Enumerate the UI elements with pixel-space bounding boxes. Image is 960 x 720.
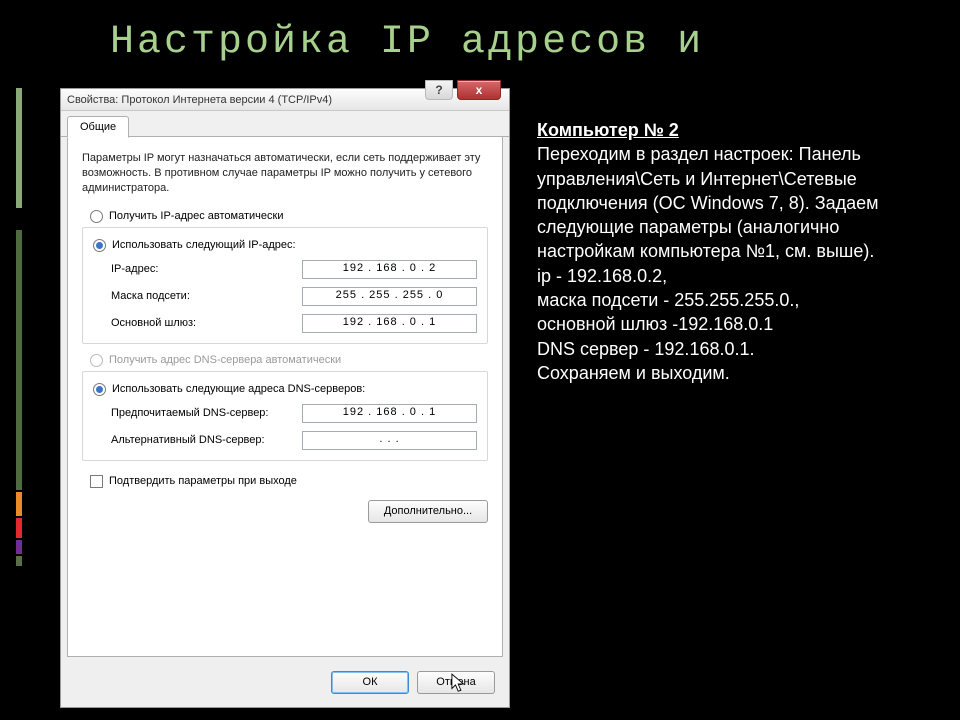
radio-manual-dns[interactable]: Использовать следующие адреса DNS-сервер… [93, 383, 477, 396]
decoration-stripe [16, 230, 22, 490]
instructions-gw: основной шлюз -192.168.0.1 [537, 314, 773, 334]
button-bar: ОК Отмена [67, 665, 503, 699]
instructions-body: Переходим в раздел настроек: Панель упра… [537, 144, 879, 261]
checkbox-icon [90, 475, 103, 488]
tab-strip: Общие [61, 111, 509, 137]
dns2-label: Альтернативный DNS-сервер: [111, 434, 265, 446]
radio-auto-ip[interactable]: Получить IP-адрес автоматически [90, 210, 488, 223]
gateway-input[interactable]: 192 . 168 . 0 . 1 [302, 314, 477, 333]
decoration-stripe [16, 540, 22, 554]
radio-label: Получить IP-адрес автоматически [109, 210, 283, 222]
instructions-panel: Компьютер № 2 Переходим в раздел настрое… [537, 118, 937, 385]
radio-icon [93, 383, 106, 396]
tab-general[interactable]: Общие [67, 116, 129, 138]
field-mask: Маска подсети: 255 . 255 . 255 . 0 [111, 287, 477, 306]
tcpip-properties-dialog: Свойства: Протокол Интернета версии 4 (T… [60, 88, 510, 708]
titlebar[interactable]: Свойства: Протокол Интернета версии 4 (T… [61, 89, 509, 111]
dns2-input[interactable]: . . . [302, 431, 477, 450]
dns1-label: Предпочитаемый DNS-сервер: [111, 407, 268, 419]
dns-group: Использовать следующие адреса DNS-сервер… [82, 371, 488, 461]
ok-button[interactable]: ОК [331, 671, 409, 694]
dialog-caption: Свойства: Протокол Интернета версии 4 (T… [67, 94, 332, 106]
ip-input[interactable]: 192 . 168 . 0 . 2 [302, 260, 477, 279]
description-text: Параметры IP могут назначаться автоматич… [82, 151, 488, 196]
panel-general: Параметры IP могут назначаться автоматич… [67, 137, 503, 657]
decoration-stripe [16, 88, 22, 208]
instructions-ip: ip - 192.168.0.2, [537, 266, 667, 286]
instructions-save: Сохраняем и выходим. [537, 363, 730, 383]
field-dns2: Альтернативный DNS-сервер: . . . [111, 431, 477, 450]
instructions-dns: DNS сервер - 192.168.0.1. [537, 339, 755, 359]
radio-icon [90, 354, 103, 367]
radio-icon [90, 210, 103, 223]
radio-icon [93, 239, 106, 252]
ip-group: Использовать следующий IP-адрес: IP-адре… [82, 227, 488, 344]
field-gateway: Основной шлюз: 192 . 168 . 0 . 1 [111, 314, 477, 333]
confirm-label: Подтвердить параметры при выходе [109, 475, 297, 487]
ip-label: IP-адрес: [111, 263, 158, 275]
decoration-stripe [16, 518, 22, 538]
mask-label: Маска подсети: [111, 290, 190, 302]
help-button[interactable]: ? [425, 80, 453, 100]
confirm-checkbox-row[interactable]: Подтвердить параметры при выходе [90, 475, 488, 488]
radio-label: Использовать следующие адреса DNS-сервер… [112, 383, 365, 395]
field-dns1: Предпочитаемый DNS-сервер: 192 . 168 . 0… [111, 404, 477, 423]
decoration-stripe [16, 492, 22, 516]
mask-input[interactable]: 255 . 255 . 255 . 0 [302, 287, 477, 306]
instructions-mask: маска подсети - 255.255.255.0., [537, 290, 799, 310]
decoration-stripe [16, 556, 22, 566]
radio-auto-dns: Получить адрес DNS-сервера автоматически [90, 354, 488, 367]
radio-label: Получить адрес DNS-сервера автоматически [109, 354, 341, 366]
radio-label: Использовать следующий IP-адрес: [112, 239, 296, 251]
cancel-button[interactable]: Отмена [417, 671, 495, 694]
dns1-input[interactable]: 192 . 168 . 0 . 1 [302, 404, 477, 423]
instructions-header: Компьютер № 2 [537, 120, 679, 140]
title-line1: Настройка IP адресов и [110, 20, 704, 65]
advanced-button[interactable]: Дополнительно... [368, 500, 488, 523]
close-button[interactable]: x [457, 80, 501, 100]
field-ip: IP-адрес: 192 . 168 . 0 . 2 [111, 260, 477, 279]
radio-manual-ip[interactable]: Использовать следующий IP-адрес: [93, 239, 477, 252]
gateway-label: Основной шлюз: [111, 317, 196, 329]
